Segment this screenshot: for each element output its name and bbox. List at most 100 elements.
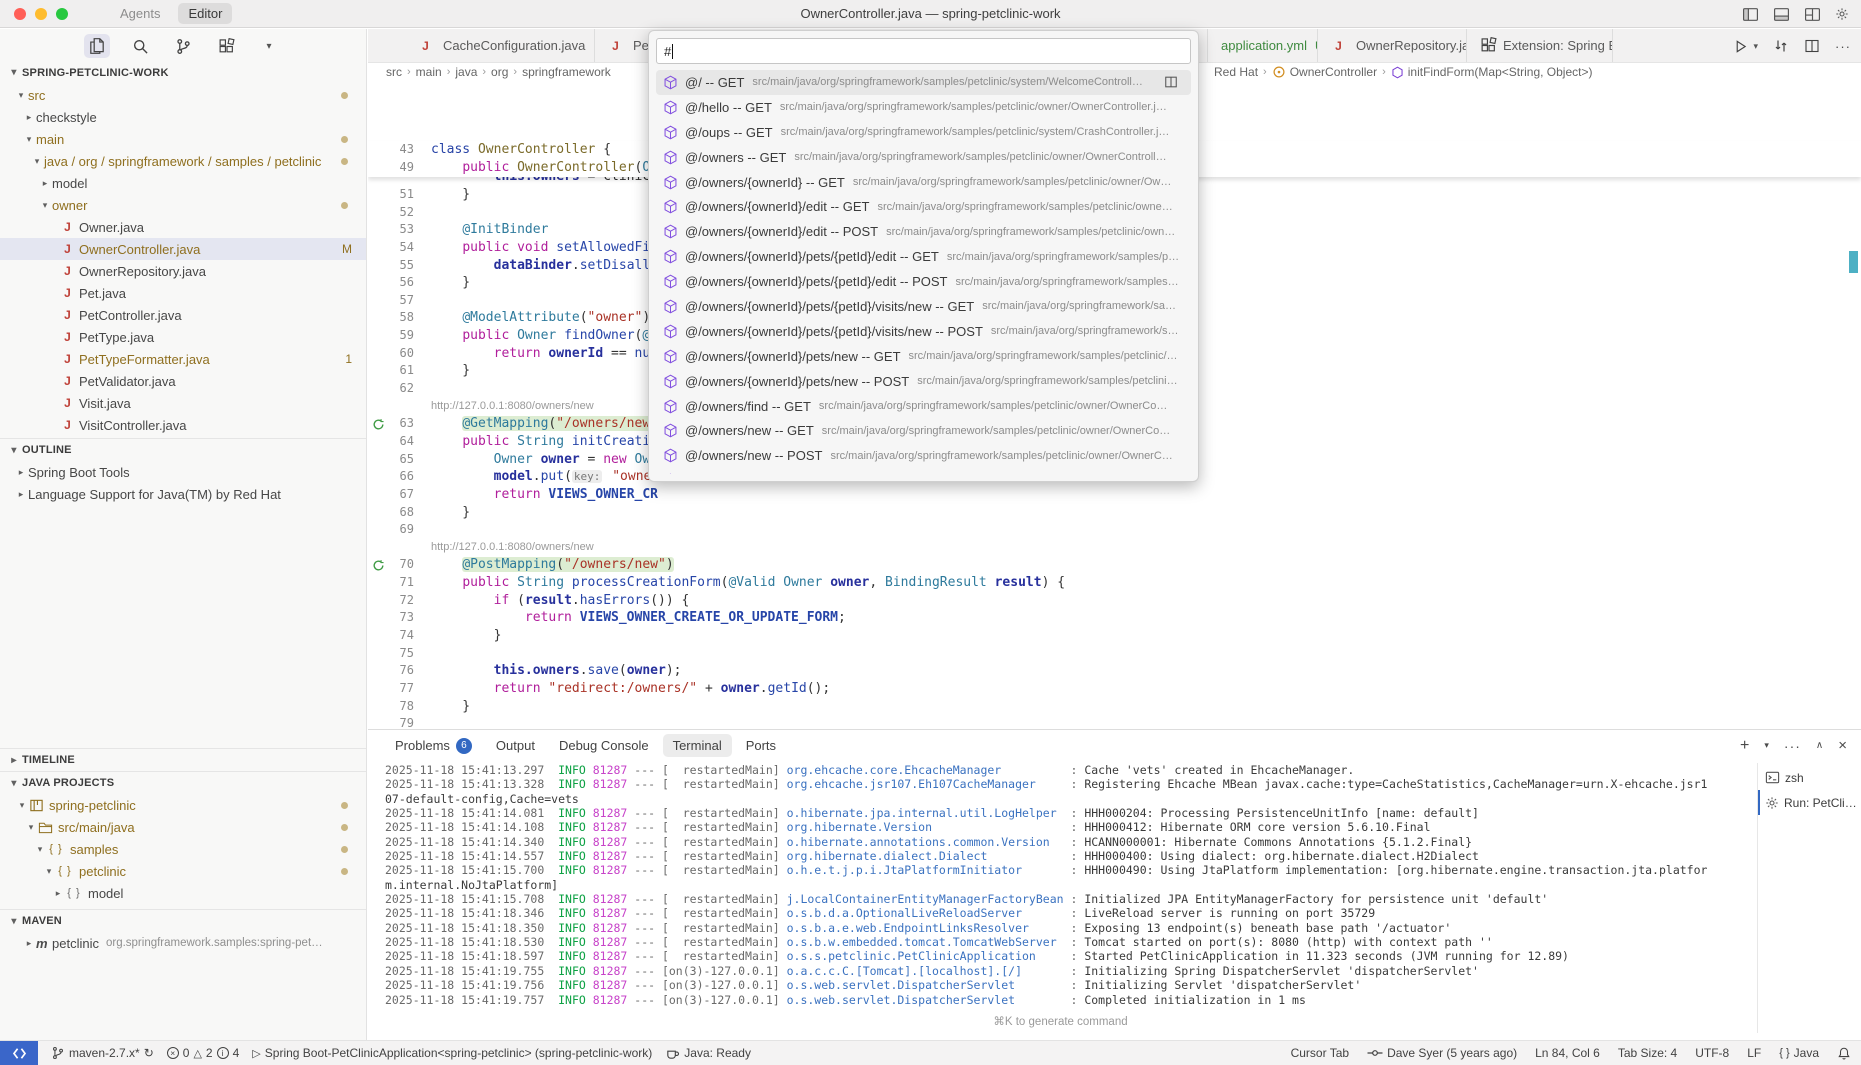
panel-tab-problems[interactable]: Problems6 bbox=[385, 734, 482, 758]
maximize-panel-icon[interactable]: ∧ bbox=[1816, 740, 1823, 751]
timeline-section-header[interactable]: ▸ TIMELINE bbox=[0, 748, 366, 771]
tree-item[interactable]: ▸checkstyle bbox=[0, 106, 366, 128]
code-line[interactable]: 77 return "redirect:/owners/" + owner.ge… bbox=[368, 680, 1861, 698]
quick-open-item[interactable]: @/owners/new -- POSTsrc/main/java/org/sp… bbox=[656, 443, 1191, 468]
editor-tab[interactable]: Extension: Spring Boot T bbox=[1467, 29, 1613, 62]
quick-open-item[interactable]: @/owners/{ownerId}/pets/new -- POSTsrc/m… bbox=[656, 369, 1191, 394]
toggle-panel-icon[interactable] bbox=[1773, 6, 1790, 23]
code-line[interactable]: 70 @PostMapping("/owners/new") bbox=[368, 556, 1861, 574]
tree-item[interactable]: ▾java / org / springframework / samples … bbox=[0, 150, 366, 172]
tree-item[interactable]: ▾main bbox=[0, 128, 366, 150]
java-project-item[interactable]: ▾{ }owner bbox=[0, 904, 366, 909]
open-changes-icon[interactable] bbox=[1773, 38, 1789, 54]
maven-section-header[interactable]: ▾ MAVEN bbox=[0, 909, 366, 932]
quick-open-item[interactable]: @/owners -- GETsrc/main/java/org/springf… bbox=[656, 145, 1191, 170]
code-line[interactable]: 72 if (result.hasErrors()) { bbox=[368, 592, 1861, 610]
source-control-view-button[interactable] bbox=[170, 34, 196, 58]
java-project-item[interactable]: ▾{ }petclinic bbox=[0, 860, 366, 882]
quick-open-item[interactable]: @/owners/new -- GETsrc/main/java/org/spr… bbox=[656, 418, 1191, 443]
eol-item[interactable]: LF bbox=[1747, 1046, 1761, 1060]
terminal-output[interactable]: 2025-11-18 15:41:13.297 INFO 81287 --- [… bbox=[385, 763, 1753, 1009]
tree-item[interactable]: ▾src bbox=[0, 84, 366, 106]
minimize-window-button[interactable] bbox=[35, 8, 47, 20]
outline-item[interactable]: ▸Language Support for Java(TM) by Red Ha… bbox=[0, 483, 366, 505]
quick-open-item[interactable]: @/oups -- GETsrc/main/java/org/springfra… bbox=[656, 120, 1191, 145]
new-terminal-icon[interactable]: + bbox=[1740, 737, 1749, 755]
notifications-bell-icon[interactable] bbox=[1837, 1046, 1851, 1061]
quick-open-item[interactable]: @/owners/{ownerId}/pets/{petId}/visits/n… bbox=[656, 319, 1191, 344]
customize-layout-icon[interactable] bbox=[1804, 6, 1821, 23]
tree-item[interactable]: JPetValidator.java bbox=[0, 370, 366, 392]
quick-open-item[interactable]: @/owners/{ownerId}/edit -- POSTsrc/main/… bbox=[656, 219, 1191, 244]
git-blame-item[interactable]: Dave Syer (5 years ago) bbox=[1367, 1046, 1517, 1060]
run-dropdown-icon[interactable]: ▾ bbox=[1753, 41, 1758, 52]
editor-tab[interactable]: JCacheConfiguration.java bbox=[405, 29, 595, 62]
panel-tab-terminal[interactable]: Terminal bbox=[663, 734, 732, 757]
breadcrumb-item[interactable]: springframework bbox=[522, 65, 611, 79]
breadcrumb-item[interactable]: initFindForm(Map<String, Object>) bbox=[1408, 65, 1593, 79]
java-project-item[interactable]: ▾src/main/java bbox=[0, 816, 366, 838]
zoom-window-button[interactable] bbox=[56, 8, 68, 20]
code-line[interactable]: 76 this.owners.save(owner); bbox=[368, 662, 1861, 680]
tree-item[interactable]: JOwnerRepository.java bbox=[0, 260, 366, 282]
code-line[interactable]: 75 bbox=[368, 645, 1861, 663]
quick-open-item[interactable] bbox=[656, 468, 1191, 474]
tree-item[interactable]: JVisit.java bbox=[0, 392, 366, 414]
quick-open-input[interactable]: # bbox=[656, 38, 1191, 64]
quick-open-item[interactable]: @/owners/{ownerId}/pets/{petId}/edit -- … bbox=[656, 269, 1191, 294]
code-line[interactable]: 67 return VIEWS_OWNER_CR bbox=[368, 486, 1861, 504]
more-views-button[interactable]: ▾ bbox=[256, 34, 282, 58]
problems-item[interactable]: × 0 △ 2 i 4 bbox=[167, 1046, 240, 1060]
tree-item[interactable]: ▾owner bbox=[0, 194, 366, 216]
terminal-profile-dropdown-icon[interactable]: ▾ bbox=[1764, 740, 1769, 751]
quick-open-item[interactable]: @/owners/{ownerId} -- GETsrc/main/java/o… bbox=[656, 170, 1191, 195]
run-endpoint-icon[interactable] bbox=[370, 418, 386, 431]
branch-item[interactable]: maven-2.7.x* ↻ bbox=[51, 1046, 154, 1060]
explorer-section-header[interactable]: ▾ SPRING-PETCLINIC-WORK bbox=[0, 61, 366, 84]
encoding-item[interactable]: UTF-8 bbox=[1695, 1046, 1729, 1060]
tree-item[interactable]: JPetController.java bbox=[0, 304, 366, 326]
codelens-link[interactable]: http://127.0.0.1:8080/owners/new bbox=[431, 398, 594, 416]
run-config-item[interactable]: ▷ Spring Boot-PetClinicApplication<sprin… bbox=[252, 1046, 652, 1060]
java-project-item[interactable]: ▾{ }samples bbox=[0, 838, 366, 860]
codelens-link[interactable]: http://127.0.0.1:8080/owners/new bbox=[431, 539, 594, 557]
close-window-button[interactable] bbox=[14, 8, 26, 20]
breadcrumb-item[interactable]: org bbox=[491, 65, 508, 79]
java-status-item[interactable]: Java: Ready bbox=[665, 1046, 751, 1061]
breadcrumb-item[interactable]: Red Hat bbox=[1214, 65, 1258, 79]
terminal-list-item[interactable]: Run: PetCli… bbox=[1758, 790, 1861, 815]
quick-open-item[interactable]: @/hello -- GETsrc/main/java/org/springfr… bbox=[656, 95, 1191, 120]
explorer-view-button[interactable] bbox=[84, 34, 110, 58]
panel-tab-ports[interactable]: Ports bbox=[736, 734, 786, 757]
quick-open-item[interactable]: @/owners/{ownerId}/pets/new -- GETsrc/ma… bbox=[656, 344, 1191, 369]
indentation-item[interactable]: Tab Size: 4 bbox=[1618, 1046, 1677, 1060]
code-line[interactable]: 78 } bbox=[368, 698, 1861, 716]
java-projects-section-header[interactable]: ▾ JAVA PROJECTS bbox=[0, 771, 366, 794]
breadcrumb-item[interactable]: src bbox=[386, 65, 402, 79]
breadcrumb-item[interactable]: OwnerController bbox=[1290, 65, 1377, 79]
breadcrumb-item[interactable]: main bbox=[416, 65, 442, 79]
extensions-view-button[interactable] bbox=[213, 34, 239, 58]
run-endpoint-icon[interactable] bbox=[370, 559, 386, 572]
code-line[interactable]: 69 bbox=[368, 521, 1861, 539]
panel-tab-debug-console[interactable]: Debug Console bbox=[549, 734, 659, 757]
window-mode-tab-agents[interactable]: Agents bbox=[110, 3, 170, 24]
open-to-side-icon[interactable] bbox=[1162, 75, 1179, 89]
breadcrumb-item[interactable]: java bbox=[455, 65, 477, 79]
cursor-tab-item[interactable]: Cursor Tab bbox=[1291, 1046, 1349, 1060]
panel-more-actions-icon[interactable]: ··· bbox=[1784, 738, 1801, 754]
quick-open-item[interactable]: @/ -- GETsrc/main/java/org/springframewo… bbox=[656, 70, 1191, 95]
remote-indicator[interactable] bbox=[0, 1041, 38, 1065]
code-line[interactable]: 71 public String processCreationForm(@Va… bbox=[368, 574, 1861, 592]
java-project-item[interactable]: ▾spring-petclinic bbox=[0, 794, 366, 816]
quick-open-item[interactable]: @/owners/{ownerId}/pets/{petId}/edit -- … bbox=[656, 244, 1191, 269]
language-mode-item[interactable]: { } Java bbox=[1779, 1046, 1819, 1060]
code-line[interactable]: 74 } bbox=[368, 627, 1861, 645]
code-line[interactable]: 73 return VIEWS_OWNER_CREATE_OR_UPDATE_F… bbox=[368, 609, 1861, 627]
tree-item[interactable]: JVisitController.java bbox=[0, 414, 366, 436]
panel-tab-output[interactable]: Output bbox=[486, 734, 545, 757]
tree-item[interactable]: JOwnerController.javaM bbox=[0, 238, 366, 260]
terminal-list-item[interactable]: zsh bbox=[1758, 765, 1861, 790]
toggle-sidebar-icon[interactable] bbox=[1742, 6, 1759, 23]
tree-item[interactable]: JPetTypeFormatter.java1 bbox=[0, 348, 366, 370]
